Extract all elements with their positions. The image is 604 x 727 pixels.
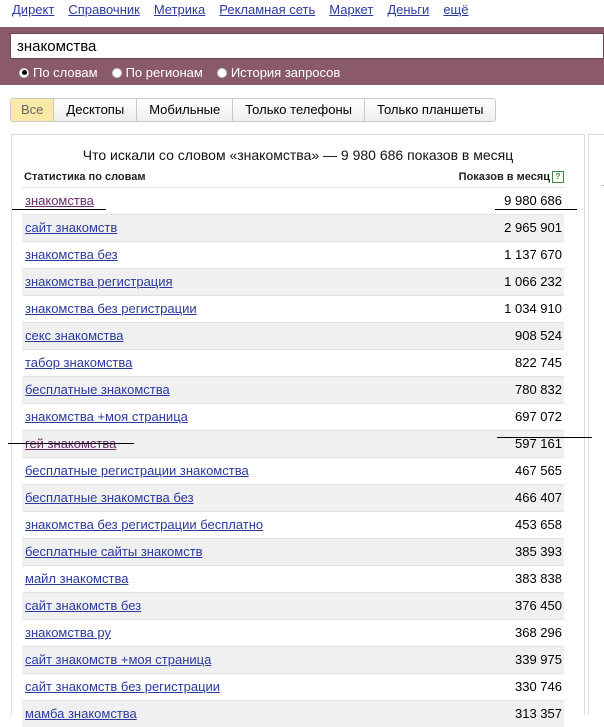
impressions-count: 1 034 910 bbox=[504, 301, 562, 316]
phrase-link[interactable]: бесплатные знакомства без bbox=[25, 490, 194, 505]
filter-tab[interactable]: Мобильные bbox=[136, 99, 233, 121]
impressions-count: 467 565 bbox=[515, 463, 562, 478]
search-mode-radio[interactable]: По словам bbox=[19, 65, 98, 80]
annotation-line bbox=[8, 443, 134, 444]
table-row: бесплатные регистрации знакомства 467 565 bbox=[22, 457, 564, 484]
impressions-count: 780 832 bbox=[515, 382, 562, 397]
column-phrases: Статистика по словам bbox=[24, 171, 146, 183]
impressions-count: 385 393 bbox=[515, 544, 562, 559]
radio-dot-icon bbox=[19, 67, 29, 78]
impressions-count: 453 658 bbox=[515, 517, 562, 532]
annotation-line bbox=[495, 209, 577, 210]
impressions-count: 2 965 901 bbox=[504, 220, 562, 235]
phrase-link[interactable]: бесплатные сайты знакомств bbox=[25, 544, 203, 559]
impressions-count: 597 161 bbox=[515, 436, 562, 451]
search-bar: По словам По регионам История запросов bbox=[0, 27, 604, 85]
search-input[interactable] bbox=[10, 33, 604, 59]
table-row: бесплатные знакомства без 466 407 bbox=[22, 484, 564, 511]
radio-dot-icon bbox=[111, 67, 122, 78]
table-row: бесплатные знакомства 780 832 bbox=[22, 376, 564, 403]
table-row: секс знакомства 908 524 bbox=[22, 322, 564, 349]
panel-title: Что искали со словом «знакомства» — 9 98… bbox=[82, 147, 514, 163]
search-mode-radio[interactable]: История запросов bbox=[216, 65, 341, 80]
column-impressions: Показов в месяц bbox=[458, 171, 550, 183]
impressions-count: 368 296 bbox=[515, 625, 562, 640]
nav-link[interactable]: Директ bbox=[12, 2, 54, 20]
phrase-link[interactable]: знакомства без регистрации bbox=[25, 301, 197, 316]
stats-panel: Что искали со словом «знакомства» — 9 98… bbox=[11, 134, 585, 727]
phrase-link[interactable]: мамба знакомства bbox=[25, 706, 137, 721]
phrase-link[interactable]: сайт знакомств +моя страница bbox=[25, 652, 211, 667]
nav-link[interactable]: Метрика bbox=[154, 2, 205, 20]
table-row: сайт знакомств без регистрации 330 746 bbox=[22, 673, 564, 700]
search-mode-radio[interactable]: По регионам bbox=[111, 65, 203, 80]
table-row: знакомства без регистрации бесплатно 453 … bbox=[22, 511, 564, 538]
nav-link[interactable]: ещё bbox=[443, 2, 468, 20]
filter-tab[interactable]: Все bbox=[11, 99, 54, 121]
impressions-count: 822 745 bbox=[515, 355, 562, 370]
table-row: знакомства регистрация 1 066 232 bbox=[22, 268, 564, 295]
phrase-link[interactable]: знакомства без bbox=[25, 247, 118, 262]
filter-tab[interactable]: Только телефоны bbox=[232, 99, 365, 121]
phrase-link[interactable]: сайт знакомств bbox=[25, 220, 117, 235]
device-filter-tabs: Все Десктопы Мобильные Только телефоны Тольк… bbox=[10, 98, 497, 122]
phrase-link[interactable]: бесплатные регистрации знакомства bbox=[25, 463, 249, 478]
phrase-link[interactable]: секс знакомства bbox=[25, 328, 124, 343]
nav-link[interactable]: Рекламная сеть bbox=[219, 2, 315, 20]
radio-label: По словам bbox=[33, 65, 98, 80]
annotation-line bbox=[497, 437, 592, 438]
impressions-count: 697 072 bbox=[515, 409, 562, 424]
top-navigation: Директ Справочник Метрика Рекламная сеть Мар… bbox=[12, 2, 482, 20]
stats-table: знакомства 9 980 686 сайт знакомств 2 965 9… bbox=[22, 187, 564, 727]
nav-link[interactable]: Маркет bbox=[329, 2, 373, 20]
phrase-link[interactable]: знакомства bbox=[25, 193, 94, 208]
phrase-link[interactable]: сайт знакомств без bbox=[25, 598, 141, 613]
radio-label: История запросов bbox=[230, 65, 341, 80]
phrase-link[interactable]: табор знакомства bbox=[25, 355, 132, 370]
table-row: знакомства без 1 137 670 bbox=[22, 241, 564, 268]
table-row: майл знакомства 383 838 bbox=[22, 565, 564, 592]
impressions-count: 313 357 bbox=[515, 706, 562, 721]
phrase-link[interactable]: знакомства регистрация bbox=[25, 274, 173, 289]
impressions-count: 339 975 bbox=[515, 652, 562, 667]
radio-label: По регионам bbox=[125, 65, 203, 80]
table-row: знакомства +моя страница 697 072 bbox=[22, 403, 564, 430]
table-row: знакомства ру 368 296 bbox=[22, 619, 564, 646]
impressions-count: 908 524 bbox=[515, 328, 562, 343]
radio-dot-icon bbox=[216, 67, 227, 78]
table-row: бесплатные сайты знакомств 385 393 bbox=[22, 538, 564, 565]
table-row: сайт знакомств без 376 450 bbox=[22, 592, 564, 619]
phrase-link[interactable]: знакомства +моя страница bbox=[25, 409, 188, 424]
annotation-line bbox=[12, 209, 106, 210]
phrase-link[interactable]: сайт знакомств без регистрации bbox=[25, 679, 220, 694]
phrase-link[interactable]: бесплатные знакомства bbox=[25, 382, 170, 397]
table-row: мамба знакомства 313 357 bbox=[22, 700, 564, 727]
table-row: сайт знакомств +моя страница 339 975 bbox=[22, 646, 564, 673]
phrase-link[interactable]: знакомства ру bbox=[25, 625, 111, 640]
right-panel-edge bbox=[588, 134, 604, 715]
nav-link[interactable]: Деньги bbox=[387, 2, 429, 20]
filter-tab[interactable]: Десктопы bbox=[53, 99, 137, 121]
impressions-count: 9 980 686 bbox=[504, 193, 562, 208]
phrase-link[interactable]: знакомства без регистрации бесплатно bbox=[25, 517, 263, 532]
table-header: Статистика по словам Показов в месяц ? bbox=[24, 171, 564, 185]
impressions-count: 330 746 bbox=[515, 679, 562, 694]
table-row: знакомства без регистрации 1 034 910 bbox=[22, 295, 564, 322]
impressions-count: 1 066 232 bbox=[504, 274, 562, 289]
phrase-link[interactable]: майл знакомства bbox=[25, 571, 128, 586]
impressions-count: 1 137 670 bbox=[504, 247, 562, 262]
table-row: табор знакомства 822 745 bbox=[22, 349, 564, 376]
search-mode-radios: По словам По регионам История запросов bbox=[19, 65, 354, 80]
nav-link[interactable]: Справочник bbox=[68, 2, 140, 20]
impressions-count: 376 450 bbox=[515, 598, 562, 613]
help-icon[interactable]: ? bbox=[552, 171, 564, 183]
impressions-count: 466 407 bbox=[515, 490, 562, 505]
impressions-count: 383 838 bbox=[515, 571, 562, 586]
table-row: сайт знакомств 2 965 901 bbox=[22, 214, 564, 241]
column-impressions-wrap: Показов в месяц ? bbox=[459, 171, 564, 183]
filter-tab[interactable]: Только планшеты bbox=[364, 99, 496, 121]
